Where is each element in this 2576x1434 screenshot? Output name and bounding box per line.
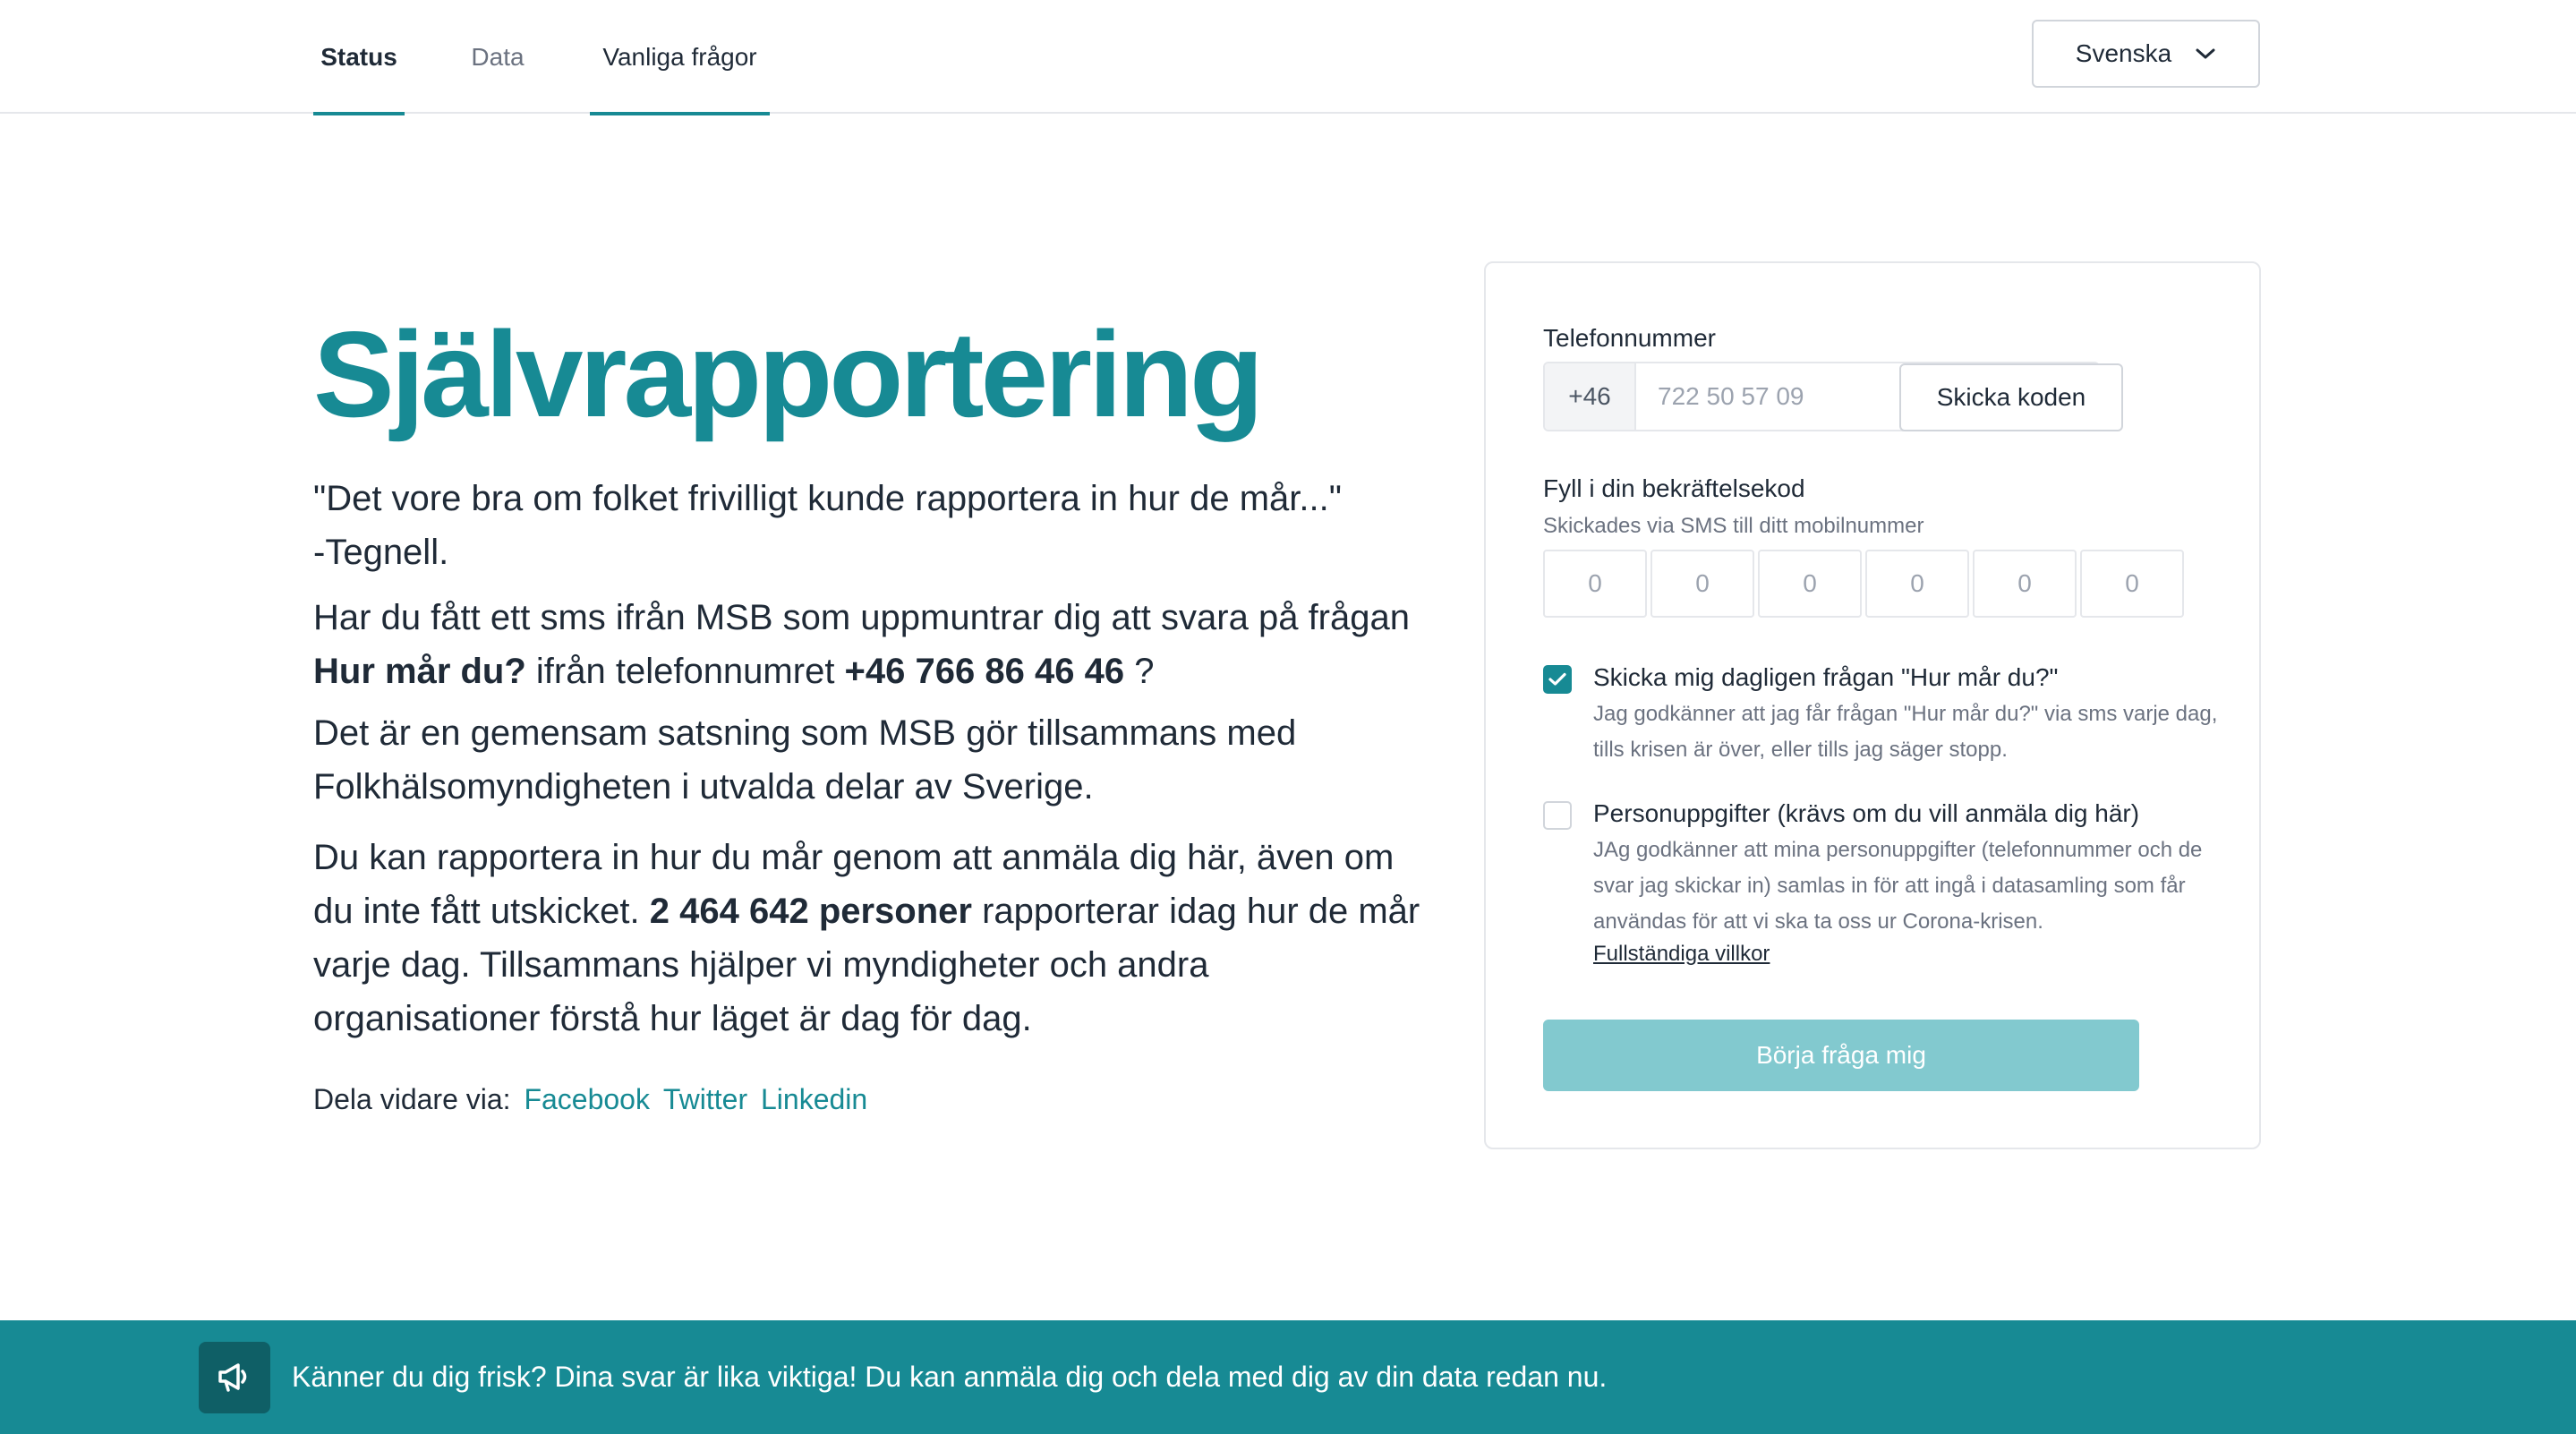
- sms-info-text-1: Har du fått ett sms ifrån MSB som uppmun…: [313, 598, 1410, 637]
- personal-data-checkbox[interactable]: [1543, 801, 1572, 830]
- phone-label: Telefonnummer: [1543, 324, 1716, 352]
- code-digit-input[interactable]: 0: [1973, 550, 2077, 618]
- send-code-button[interactable]: Skicka koden: [1899, 363, 2123, 431]
- collaboration-paragraph: Det är en gemensam satsning som MSB gör …: [313, 713, 1297, 807]
- daily-question-title: Skicka mig dagligen frågan "Hur mår du?": [1593, 663, 2059, 691]
- top-navigation: Status Data Vanliga frågor Svenska: [0, 0, 2576, 115]
- daily-question-checkbox[interactable]: [1543, 665, 1572, 694]
- personal-data-title: Personuppgifter (krävs om du vill anmäla…: [1593, 799, 2140, 827]
- code-label: Fyll i din bekräftelsekod: [1543, 474, 1805, 502]
- share-facebook-link[interactable]: Facebook: [524, 1083, 650, 1115]
- share-linkedin-link[interactable]: Linkedin: [761, 1083, 867, 1115]
- question-highlight: Hur mår du?: [313, 652, 526, 691]
- page-title: Självrapportering: [313, 306, 1264, 442]
- info-banner: Känner du dig frisk? Dina svar är lika v…: [0, 1320, 2576, 1434]
- tegnell-quote: "Det vore bra om folket frivilligt kunde…: [313, 472, 1432, 579]
- tab-status[interactable]: Status: [313, 0, 405, 115]
- code-digit-input[interactable]: 0: [1651, 550, 1754, 618]
- code-digit-input[interactable]: 0: [1543, 550, 1647, 618]
- share-twitter-link[interactable]: Twitter: [663, 1083, 747, 1115]
- sms-info-text-2: ifrån telefonnumret: [525, 652, 845, 691]
- participant-count: 2 464 642 personer: [649, 892, 972, 931]
- chevron-down-icon: [2196, 48, 2215, 59]
- code-input-row: 0 0 0 0 0 0: [1543, 550, 2184, 618]
- personal-data-description: JAg godkänner att mina personuppgifter (…: [1593, 838, 2203, 934]
- code-digit-input[interactable]: 0: [1758, 550, 1862, 618]
- code-sublabel: Skickades via SMS till ditt mobilnummer: [1543, 514, 1924, 538]
- start-asking-button[interactable]: Börja fråga mig: [1543, 1020, 2139, 1091]
- code-digit-input[interactable]: 0: [2080, 550, 2184, 618]
- language-select[interactable]: Svenska: [2032, 20, 2260, 88]
- tab-faq-label: Vanliga frågor: [602, 42, 757, 71]
- checkmark-icon: [1548, 672, 1566, 686]
- tab-faq-indicator: [590, 112, 770, 115]
- tab-faq[interactable]: Vanliga frågor: [590, 0, 770, 115]
- signup-paragraph: Du kan rapportera in hur du mår genom at…: [313, 831, 1432, 1046]
- sms-info-text-3: ?: [1124, 652, 1155, 691]
- share-row: Dela vidare via: Facebook Twitter Linked…: [313, 1083, 867, 1116]
- sms-info-paragraph: Har du fått ett sms ifrån MSB som uppmun…: [313, 591, 1432, 698]
- terms-link[interactable]: Fullständiga villkor: [1593, 942, 1770, 967]
- share-label: Dela vidare via:: [313, 1083, 511, 1115]
- phone-prefix: +46: [1545, 363, 1636, 430]
- daily-question-description: Jag godkänner att jag får frågan "Hur må…: [1593, 702, 2218, 762]
- signup-form-card: Telefonnummer +46 Skicka koden Fyll i di…: [1484, 261, 2261, 1149]
- tab-data[interactable]: Data: [458, 0, 537, 114]
- code-digit-input[interactable]: 0: [1865, 550, 1969, 618]
- quote-author: -Tegnell.: [313, 533, 449, 572]
- megaphone-glyph: [218, 1363, 247, 1392]
- megaphone-icon: [199, 1342, 270, 1413]
- active-tab-indicator: [313, 112, 405, 115]
- quote-text: "Det vore bra om folket frivilligt kunde…: [313, 479, 1342, 518]
- banner-message: Känner du dig frisk? Dina svar är lika v…: [292, 1361, 1608, 1393]
- tab-data-label: Data: [471, 42, 525, 71]
- language-select-value: Svenska: [2075, 39, 2172, 67]
- tab-status-label: Status: [320, 42, 397, 71]
- phone-number-highlight: +46 766 86 46 46: [844, 652, 1125, 691]
